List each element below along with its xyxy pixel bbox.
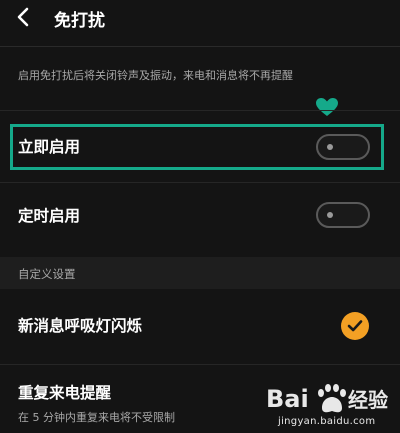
setting-label-repeat-call: 重复来电提醒	[18, 384, 112, 402]
setting-label-scheduled: 定时启用	[18, 207, 81, 225]
setting-label-breathing-light: 新消息呼吸灯闪烁	[18, 317, 143, 335]
page-title: 免打扰	[54, 11, 105, 31]
highlight-annotation-box	[10, 124, 384, 170]
do-not-disturb-screen: 免打扰 启用免打扰后将关闭铃声及振动，来电和消息将不再提醒 立即启用 定时启用 …	[0, 0, 400, 433]
breathing-light-checkbox[interactable]	[341, 312, 369, 340]
svg-text:Bai: Bai	[266, 385, 309, 413]
divider	[0, 364, 400, 365]
svg-text:经验: 经验	[348, 388, 388, 412]
divider	[0, 110, 400, 111]
back-button[interactable]	[8, 2, 38, 32]
scheduled-toggle[interactable]	[316, 202, 370, 228]
row-divider-bottom	[0, 364, 400, 365]
baidu-paw-logo: Bai 经验	[266, 384, 388, 413]
section-title: 自定义设置	[18, 267, 76, 281]
watermark-url: jingyan.baidu.com	[278, 416, 376, 427]
chevron-left-icon	[17, 7, 29, 27]
heart-icon	[316, 98, 338, 116]
toggle-knob	[327, 212, 333, 218]
checkmark-icon	[347, 320, 363, 332]
repeat-call-sublabel: 在 5 分钟内重复来电将不受限制	[18, 411, 175, 424]
setting-row-breathing-light[interactable]: 新消息呼吸灯闪烁	[0, 300, 400, 352]
row-divider-mid	[0, 182, 400, 183]
header-divider	[0, 46, 400, 47]
setting-row-scheduled[interactable]: 定时启用	[0, 192, 400, 238]
row-divider-top	[0, 110, 400, 111]
feature-description: 启用免打扰后将关闭铃声及振动，来电和消息将不再提醒	[18, 69, 293, 82]
header-bar: 免打扰	[0, 0, 400, 36]
baidu-jingyan-watermark: Bai 经验 jingyan.baidu.com	[258, 380, 398, 432]
divider	[0, 182, 400, 183]
section-header-custom: 自定义设置	[0, 257, 400, 289]
